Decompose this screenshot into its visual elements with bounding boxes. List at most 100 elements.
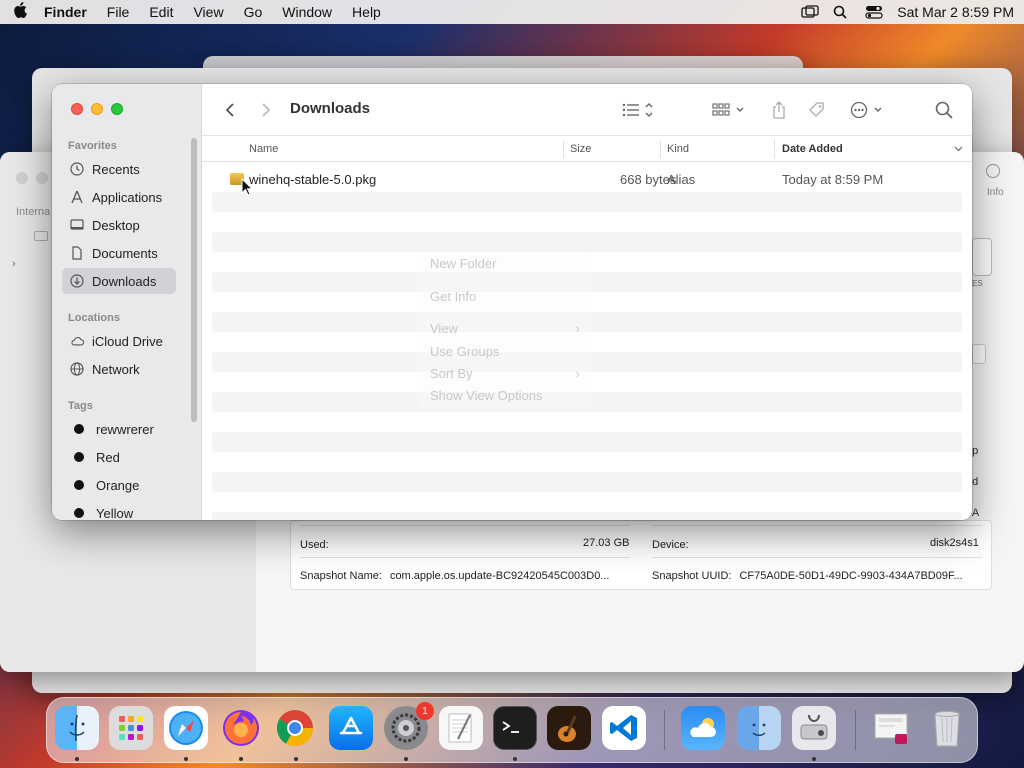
terminal-dock-icon[interactable] — [493, 706, 537, 750]
document-icon — [70, 246, 84, 260]
info-label: Info — [987, 187, 1004, 198]
sort-chevron-down-icon[interactable] — [954, 136, 963, 162]
menu-item-show-view-options[interactable]: Show View Options — [430, 388, 580, 403]
file-name[interactable]: winehq-stable-5.0.pkg — [249, 170, 376, 188]
trash-dock-icon[interactable] — [925, 706, 969, 750]
menu-item-label: New Folder — [430, 256, 497, 271]
column-date-added[interactable]: Date Added — [782, 136, 843, 162]
screen-mirroring-icon[interactable] — [801, 5, 819, 19]
info-row-snapshot-uuid: Snapshot UUID: CF75A0DE-50D1-49DC-9903-4… — [652, 568, 963, 584]
sidebar-item-recents[interactable]: Recents — [62, 156, 176, 182]
clock-icon — [70, 162, 84, 176]
sidebar-tag-orange[interactable]: Orange — [62, 472, 176, 498]
menu-edit[interactable]: Edit — [149, 4, 173, 20]
column-header: Name Size Kind Date Added — [202, 136, 972, 162]
inactive-minimize-button[interactable] — [36, 172, 48, 184]
control-center-icon[interactable] — [865, 5, 883, 19]
inactive-close-button[interactable] — [16, 172, 28, 184]
apple-menu-icon[interactable] — [10, 2, 30, 22]
finder-sidebar: Favorites Recents Applications Desktop D… — [52, 84, 202, 520]
disk-utility-dock-icon[interactable] — [792, 706, 836, 750]
safari-dock-icon[interactable] — [164, 706, 208, 750]
menu-app-name[interactable]: Finder — [44, 4, 87, 20]
table-row[interactable]: winehq-stable-5.0.pkg 668 bytes Alias To… — [202, 170, 972, 188]
list-stripe — [212, 192, 962, 212]
applications-icon — [70, 190, 84, 204]
download-icon — [70, 274, 84, 288]
column-separator[interactable] — [774, 140, 775, 158]
sidebar-item-applications[interactable]: Applications — [62, 184, 176, 210]
spotlight-search-icon[interactable] — [833, 5, 849, 19]
menu-item-label: Use Groups — [430, 344, 500, 359]
menu-item-new-folder[interactable]: New Folder — [430, 256, 580, 271]
menu-item-get-info[interactable]: Get Info — [430, 289, 580, 304]
menu-item-use-groups[interactable]: Use Groups — [430, 344, 580, 359]
column-size[interactable]: Size — [570, 136, 591, 162]
list-view-icon[interactable] — [620, 98, 660, 122]
app-store-dock-icon[interactable] — [329, 706, 373, 750]
used-value: 27.03 GB — [583, 537, 630, 549]
search-icon[interactable] — [932, 98, 956, 122]
sidebar-item-label: Orange — [96, 477, 140, 493]
preview-dock-icon[interactable] — [869, 706, 913, 750]
chrome-dock-icon[interactable] — [273, 706, 317, 750]
sidebar-tag-yellow[interactable]: Yellow — [62, 500, 176, 520]
finder-dock-icon[interactable] — [55, 706, 99, 750]
list-stripe — [212, 432, 962, 452]
menu-file[interactable]: File — [107, 4, 130, 20]
close-button[interactable] — [71, 103, 83, 115]
menu-item-label: Show View Options — [430, 388, 543, 403]
launchpad-dock-icon[interactable] — [109, 706, 153, 750]
menu-item-view[interactable]: View › — [430, 321, 580, 336]
weather-dock-icon[interactable] — [681, 706, 725, 750]
dock: 1 — [46, 697, 978, 763]
column-separator[interactable] — [563, 140, 564, 158]
sidebar-item-desktop[interactable]: Desktop — [62, 212, 176, 238]
tag-dot-icon — [74, 452, 84, 462]
sidebar-item-label: Downloads — [92, 273, 157, 289]
sidebar-item-network[interactable]: Network — [62, 356, 176, 382]
textedit-dock-icon[interactable] — [439, 706, 483, 750]
migration-assistant-dock-icon[interactable] — [737, 706, 781, 750]
vscode-dock-icon[interactable] — [602, 706, 646, 750]
sidebar-item-documents[interactable]: Documents — [62, 240, 176, 266]
share-icon[interactable] — [768, 98, 790, 122]
column-name[interactable]: Name — [249, 136, 278, 162]
partial-field[interactable] — [972, 344, 986, 364]
column-separator[interactable] — [660, 140, 661, 158]
disclosure-chevron-icon[interactable]: › — [12, 258, 16, 270]
sidebar-tag-red[interactable]: Red — [62, 444, 176, 470]
group-view-icon[interactable] — [710, 98, 750, 122]
forward-chevron-icon[interactable] — [256, 98, 276, 122]
sidebar-item-icloud-drive[interactable]: iCloud Drive — [62, 328, 176, 354]
snapshot-name-label: Snapshot Name: — [300, 570, 382, 582]
firefox-dock-icon[interactable] — [219, 706, 263, 750]
sidebar-tag-rewwrerer[interactable]: rewwrerer — [62, 416, 176, 442]
sidebar-item-label: Desktop — [92, 217, 140, 233]
menu-window[interactable]: Window — [282, 4, 332, 20]
partial-button[interactable] — [972, 238, 992, 276]
dock-separator — [664, 710, 665, 750]
snapshot-uuid-value: CF75A0DE-50D1-49DC-9903-434A7BD09F... — [739, 570, 963, 582]
used-label: Used: — [300, 539, 329, 551]
more-actions-icon[interactable] — [848, 98, 888, 122]
system-preferences-dock-icon[interactable]: 1 — [384, 702, 434, 750]
sidebar-item-label: Yellow — [96, 505, 134, 521]
menu-go[interactable]: Go — [244, 4, 263, 20]
menu-item-sort-by[interactable]: Sort By › — [430, 366, 580, 381]
tag-icon[interactable] — [806, 98, 828, 122]
minimize-button[interactable] — [91, 103, 103, 115]
menu-help[interactable]: Help — [352, 4, 381, 20]
menu-view[interactable]: View — [193, 4, 223, 20]
zoom-button[interactable] — [111, 103, 123, 115]
list-stripe — [212, 512, 962, 520]
sidebar-scrollbar[interactable] — [191, 138, 197, 422]
info-icon[interactable] — [986, 164, 1000, 178]
info-row-device: Device: — [652, 537, 697, 553]
garageband-dock-icon[interactable] — [547, 706, 591, 750]
tag-dot-icon — [74, 508, 84, 518]
column-kind[interactable]: Kind — [667, 136, 689, 162]
sidebar-item-downloads[interactable]: Downloads — [62, 268, 176, 294]
back-chevron-icon[interactable] — [220, 98, 240, 122]
menubar-clock[interactable]: Sat Mar 2 8:59 PM — [897, 4, 1014, 20]
